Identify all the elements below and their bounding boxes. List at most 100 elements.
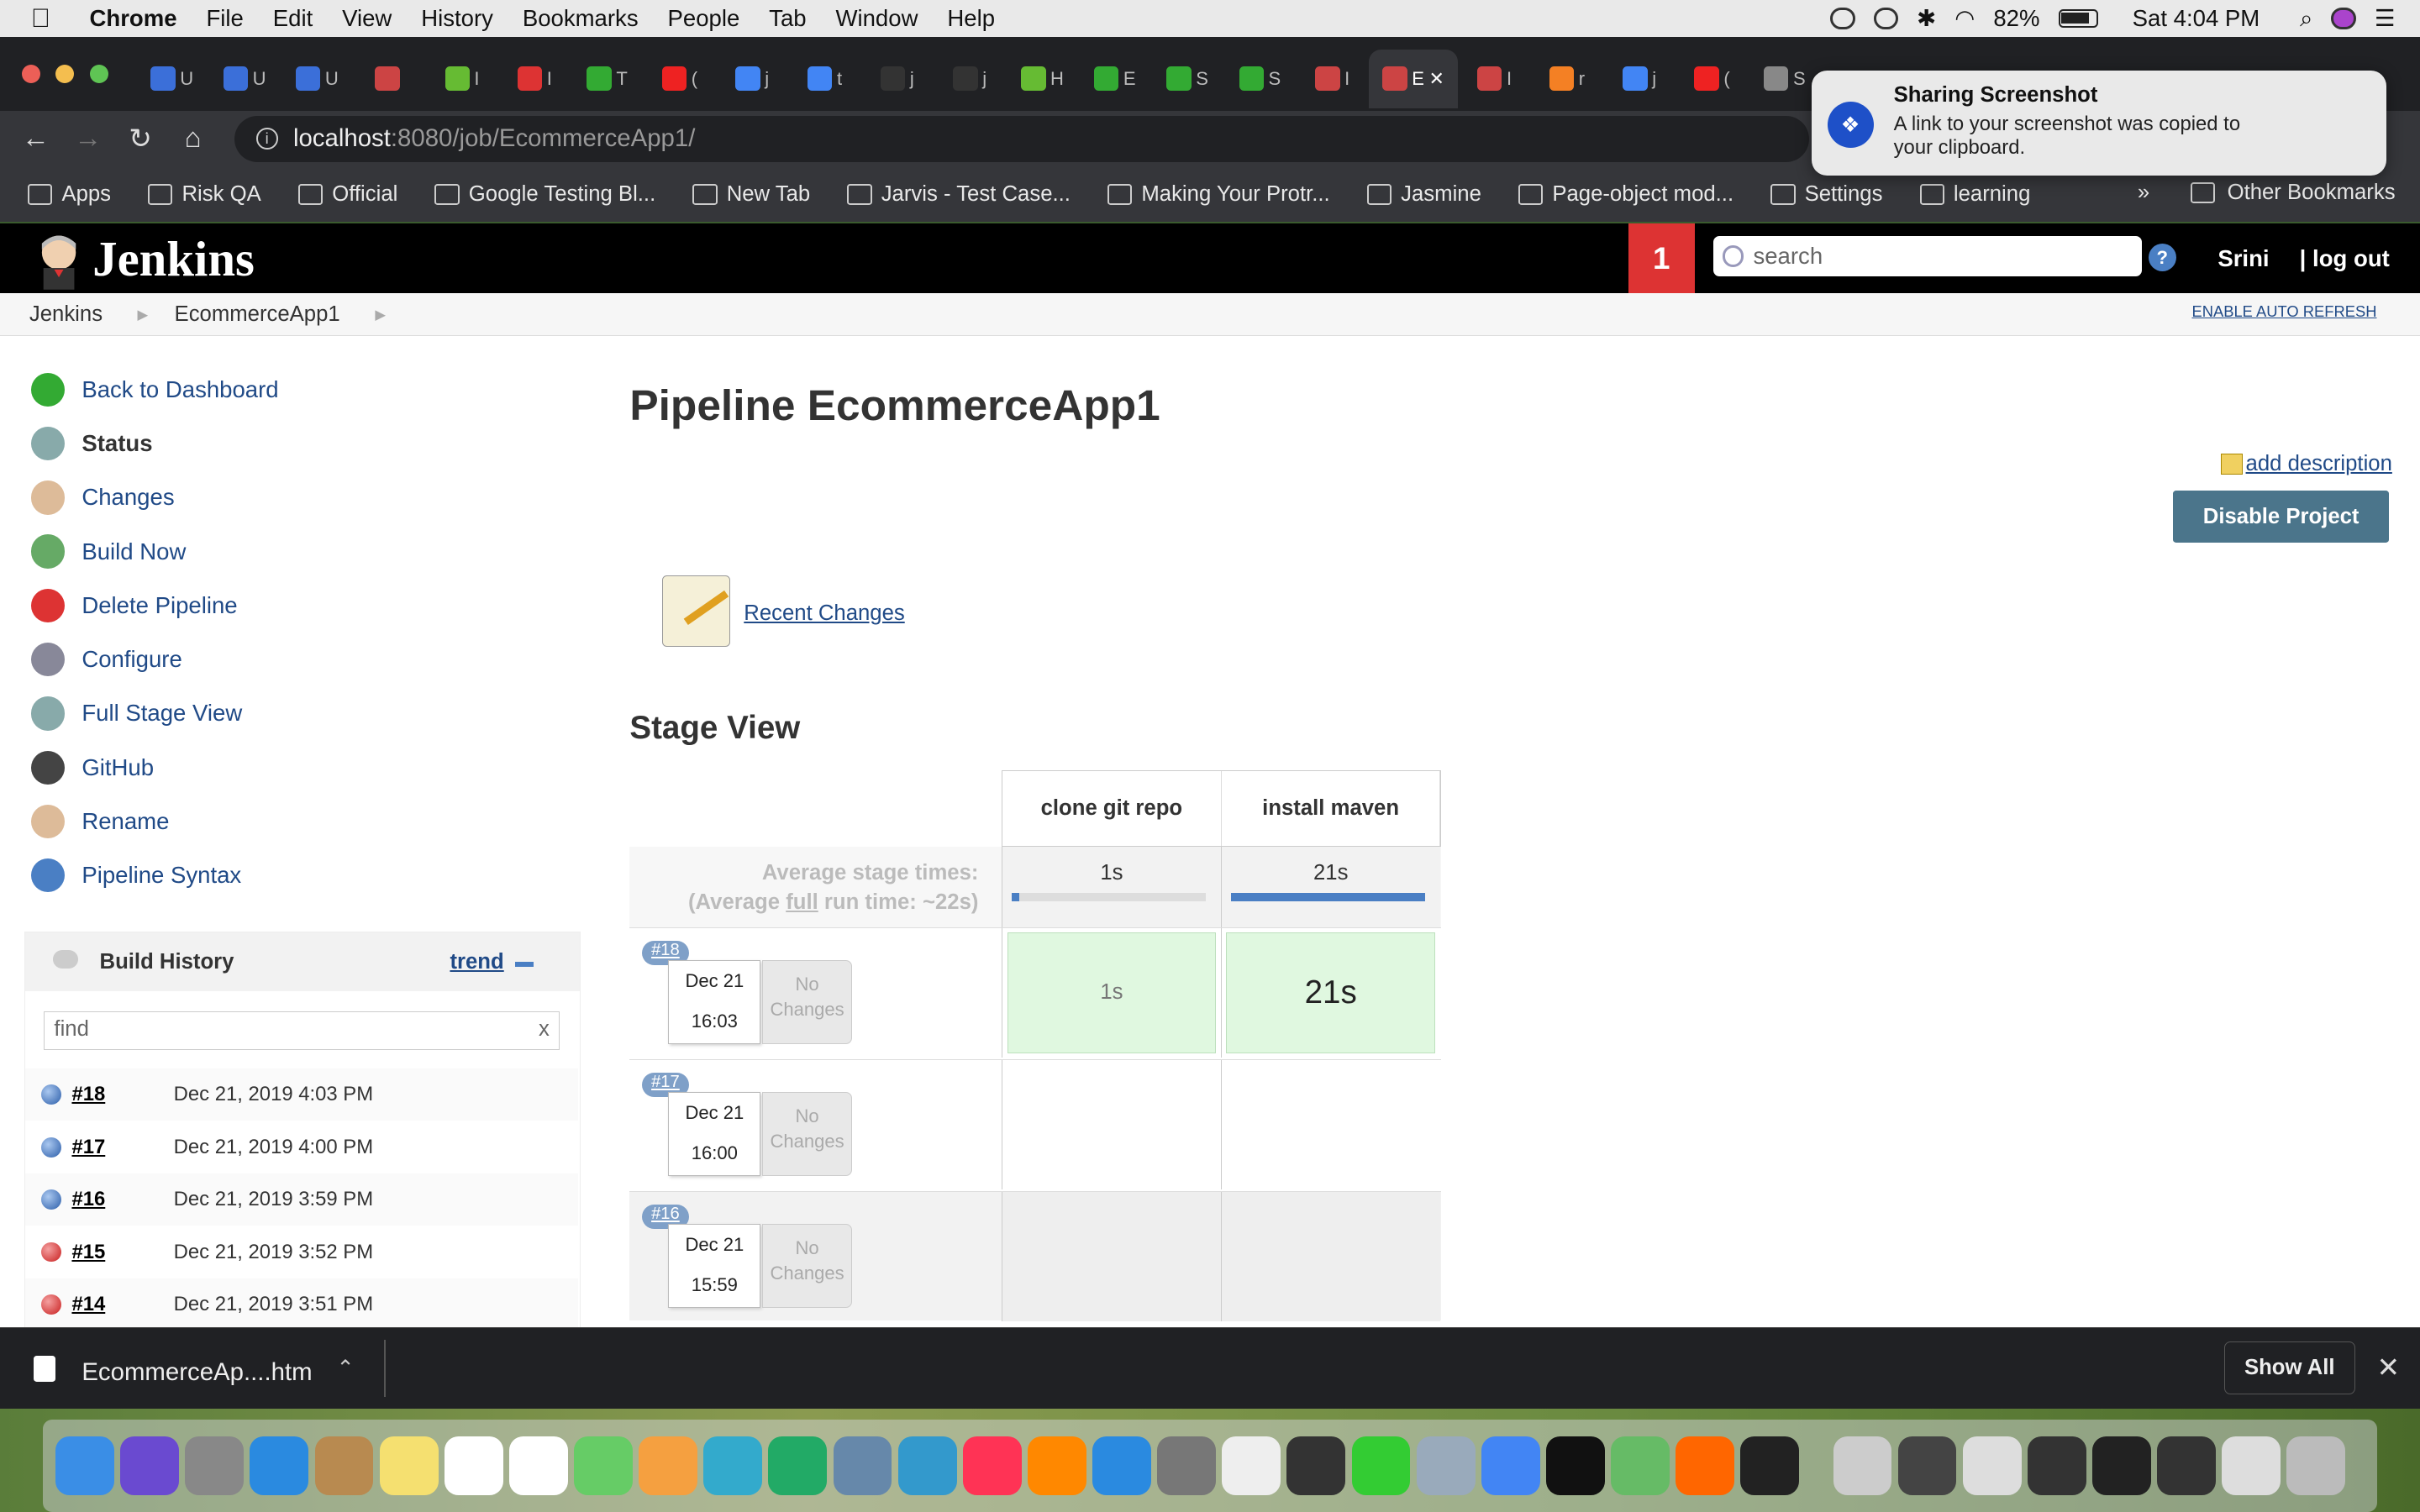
monitor-alert-badge[interactable]: 1 xyxy=(1628,223,1695,293)
build-status-icon[interactable] xyxy=(40,1189,61,1210)
browser-tab[interactable]: S xyxy=(1151,50,1223,108)
contacts-icon[interactable] xyxy=(314,1436,374,1495)
browser-tab[interactable]: E ✕ xyxy=(1368,49,1459,108)
build-date-link[interactable]: Dec 21, 2019 4:03 PM xyxy=(174,1083,373,1106)
finder-icon[interactable] xyxy=(55,1436,114,1495)
postman-icon[interactable] xyxy=(1676,1436,1735,1495)
browser-tab[interactable]: U xyxy=(281,50,353,108)
menu-tab[interactable]: Tab xyxy=(769,5,806,32)
bookmark-item[interactable]: Page-object mod... xyxy=(1518,182,1733,207)
apple-icon[interactable]:  xyxy=(31,3,62,34)
build-status-icon[interactable] xyxy=(40,1294,61,1315)
browser-tab[interactable]: t xyxy=(788,50,860,108)
close-tab-icon[interactable]: ✕ xyxy=(1429,68,1444,90)
siri-icon[interactable] xyxy=(2331,8,2356,29)
screenshot-thumb-icon[interactable] xyxy=(1962,1436,2022,1495)
numbers-icon[interactable] xyxy=(768,1436,828,1495)
jenkins-brand[interactable]: Jenkins xyxy=(92,231,255,287)
wifi-icon[interactable]: ◠ xyxy=(1954,5,1975,32)
build-number-link[interactable]: #16 xyxy=(71,1188,173,1211)
menu-app-name[interactable]: Chrome xyxy=(89,5,176,32)
script-editor-icon[interactable] xyxy=(1416,1436,1476,1495)
intellij-icon[interactable] xyxy=(1545,1436,1605,1495)
bookmark-item[interactable]: Jarvis - Test Case... xyxy=(847,182,1071,207)
browser-tab[interactable]: U xyxy=(208,50,281,108)
forward-icon[interactable]: → xyxy=(61,123,113,155)
logout-link[interactable]: | log out xyxy=(2300,245,2390,272)
terminal-icon[interactable] xyxy=(1740,1436,1800,1495)
sidebar-item[interactable]: Pipeline Syntax xyxy=(24,848,580,902)
bookmark-item[interactable]: Risk QA xyxy=(148,182,261,207)
bookmark-item[interactable]: Settings xyxy=(1770,182,1882,207)
menu-history[interactable]: History xyxy=(421,5,493,32)
browser-tab[interactable]: j xyxy=(1603,50,1676,108)
menu-help[interactable]: Help xyxy=(947,5,995,32)
sidebar-item[interactable]: Delete Pipeline xyxy=(24,579,580,633)
bookmark-overflow[interactable]: » xyxy=(2138,181,2149,205)
build-number-link[interactable]: #14 xyxy=(71,1293,173,1316)
notification-center-icon[interactable]: ☰ xyxy=(2375,5,2396,32)
browser-tab[interactable]: j xyxy=(861,50,934,108)
textedit-icon[interactable] xyxy=(1222,1436,1281,1495)
back-icon[interactable]: ← xyxy=(9,123,61,155)
browser-tab[interactable]: I xyxy=(426,50,498,108)
search-input[interactable]: search xyxy=(1712,236,2143,276)
menu-window[interactable]: Window xyxy=(835,5,918,32)
close-icon[interactable]: ✕ xyxy=(2377,1351,2401,1384)
clock[interactable]: Sat 4:04 PM xyxy=(2133,5,2260,32)
menu-bookmarks[interactable]: Bookmarks xyxy=(523,5,639,32)
browser-tab[interactable]: T xyxy=(571,50,644,108)
maps-icon[interactable] xyxy=(574,1436,633,1495)
browser-tab[interactable]: ( xyxy=(1676,50,1748,108)
sidebar-item[interactable]: Rename xyxy=(24,795,580,848)
browser-tab[interactable]: I xyxy=(1458,50,1530,108)
breadcrumb-arrow-icon[interactable]: ▶ xyxy=(137,307,148,323)
bookmark-item[interactable]: Google Testing Bl... xyxy=(434,182,655,207)
build-status-icon[interactable] xyxy=(40,1242,61,1263)
battery-icon[interactable] xyxy=(2058,9,2099,29)
screenshot-thumb-icon[interactable] xyxy=(2222,1436,2281,1495)
browser-tab[interactable]: S xyxy=(1749,50,1821,108)
sidebar-item[interactable]: GitHub xyxy=(24,741,580,795)
help-icon[interactable]: ? xyxy=(2148,244,2176,272)
trend-line-icon[interactable] xyxy=(514,962,534,967)
stage-cell[interactable]: 21s xyxy=(1220,927,1440,1058)
html-file-icon[interactable] xyxy=(34,1355,56,1382)
build-number-link[interactable]: #18 xyxy=(71,1083,173,1106)
photos-icon[interactable] xyxy=(639,1436,698,1495)
calendar-icon[interactable] xyxy=(444,1436,503,1495)
sidebar-item[interactable]: Configure xyxy=(24,633,580,686)
appstore-icon[interactable] xyxy=(1092,1436,1151,1495)
browser-tab[interactable]: I xyxy=(1297,50,1369,108)
build-status-icon[interactable] xyxy=(40,1137,61,1158)
other-bookmarks[interactable]: Other Bookmarks xyxy=(2190,181,2396,205)
user-link[interactable]: Srini xyxy=(2217,245,2269,272)
browser-tab[interactable]: r xyxy=(1531,50,1603,108)
reminders-icon[interactable] xyxy=(508,1436,568,1495)
home-icon[interactable]: ⌂ xyxy=(166,123,218,155)
build-number-link[interactable]: #15 xyxy=(71,1241,173,1264)
bookmark-item[interactable]: Making Your Protr... xyxy=(1107,182,1330,207)
enable-auto-refresh-link[interactable]: ENABLE AUTO REFRESH xyxy=(2191,302,2376,321)
bookmark-item[interactable]: New Tab xyxy=(692,182,810,207)
browser-tab[interactable]: U xyxy=(136,50,208,108)
bluetooth-icon[interactable]: ✱ xyxy=(1917,5,1936,32)
bookmark-item[interactable]: learning xyxy=(1919,182,2030,207)
facetime-icon[interactable] xyxy=(1351,1436,1411,1495)
build-date-link[interactable]: Dec 21, 2019 3:52 PM xyxy=(174,1241,373,1264)
trend-link[interactable]: trend xyxy=(450,950,503,974)
menu-edit[interactable]: Edit xyxy=(273,5,313,32)
preview-icon[interactable] xyxy=(833,1436,892,1495)
atom-icon[interactable] xyxy=(1611,1436,1670,1495)
bookmark-item[interactable]: Apps xyxy=(28,182,111,207)
browser-tab[interactable]: j xyxy=(716,50,788,108)
music-icon[interactable] xyxy=(962,1436,1022,1495)
battery-percent[interactable]: 82% xyxy=(1993,5,2039,32)
sidebar-item[interactable]: Back to Dashboard xyxy=(24,363,580,417)
screenshot-thumb-icon[interactable] xyxy=(2092,1436,2151,1495)
build-status-icon[interactable] xyxy=(40,1084,61,1105)
sync-icon[interactable] xyxy=(1830,8,1855,29)
stage-cell[interactable]: 1s xyxy=(1002,927,1221,1058)
system-preferences-icon[interactable] xyxy=(1157,1436,1217,1495)
add-description-link[interactable]: add description xyxy=(2221,452,2392,476)
